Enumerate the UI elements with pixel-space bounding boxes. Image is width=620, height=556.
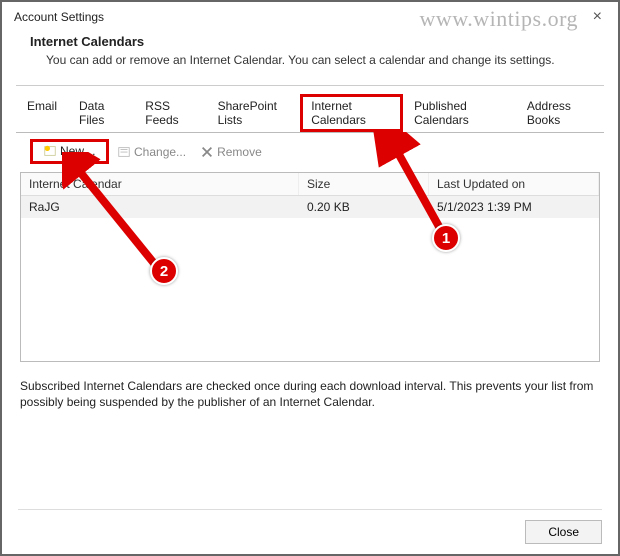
remove-button-label: Remove bbox=[217, 145, 262, 159]
cell-size: 0.20 KB bbox=[299, 196, 429, 218]
tab-internet-calendars[interactable]: Internet Calendars bbox=[300, 94, 403, 132]
tab-data-files[interactable]: Data Files bbox=[68, 94, 134, 132]
annotation-badge-1: 1 bbox=[432, 224, 460, 252]
tab-address-books[interactable]: Address Books bbox=[516, 94, 604, 132]
close-button[interactable]: Close bbox=[525, 520, 602, 544]
list-header: Internet Calendar Size Last Updated on bbox=[21, 173, 599, 196]
tab-email[interactable]: Email bbox=[16, 94, 68, 132]
calendar-list[interactable]: Internet Calendar Size Last Updated on R… bbox=[20, 172, 600, 362]
new-icon bbox=[43, 144, 57, 158]
list-row[interactable]: RaJG 0.20 KB 5/1/2023 1:39 PM bbox=[21, 196, 599, 218]
tab-published-calendars[interactable]: Published Calendars bbox=[403, 94, 516, 132]
new-button[interactable]: New… bbox=[37, 142, 102, 160]
cell-name: RaJG bbox=[21, 196, 299, 218]
annotation-badge-2: 2 bbox=[150, 257, 178, 285]
change-button-label: Change... bbox=[134, 145, 186, 159]
tab-sharepoint-lists[interactable]: SharePoint Lists bbox=[207, 94, 301, 132]
tab-rss-feeds[interactable]: RSS Feeds bbox=[134, 94, 206, 132]
divider bbox=[16, 85, 604, 86]
col-size[interactable]: Size bbox=[299, 173, 429, 195]
dialog-footer: Close bbox=[18, 509, 602, 544]
col-updated[interactable]: Last Updated on bbox=[429, 173, 599, 195]
change-button[interactable]: Change... bbox=[111, 143, 192, 161]
window-title: Account Settings bbox=[2, 2, 618, 28]
remove-icon bbox=[200, 145, 214, 159]
page-subtitle: You can add or remove an Internet Calend… bbox=[30, 53, 590, 67]
toolbar: New… Change... Remove bbox=[16, 132, 604, 168]
tab-bar: Email Data Files RSS Feeds SharePoint Li… bbox=[2, 94, 618, 132]
close-icon[interactable]: × bbox=[593, 8, 602, 26]
cell-updated: 5/1/2023 1:39 PM bbox=[429, 196, 599, 218]
page-title: Internet Calendars bbox=[30, 34, 590, 49]
footer-note: Subscribed Internet Calendars are checke… bbox=[2, 370, 618, 418]
col-name[interactable]: Internet Calendar bbox=[21, 173, 299, 195]
remove-button[interactable]: Remove bbox=[194, 143, 268, 161]
change-icon bbox=[117, 145, 131, 159]
new-button-label: New… bbox=[60, 144, 96, 158]
